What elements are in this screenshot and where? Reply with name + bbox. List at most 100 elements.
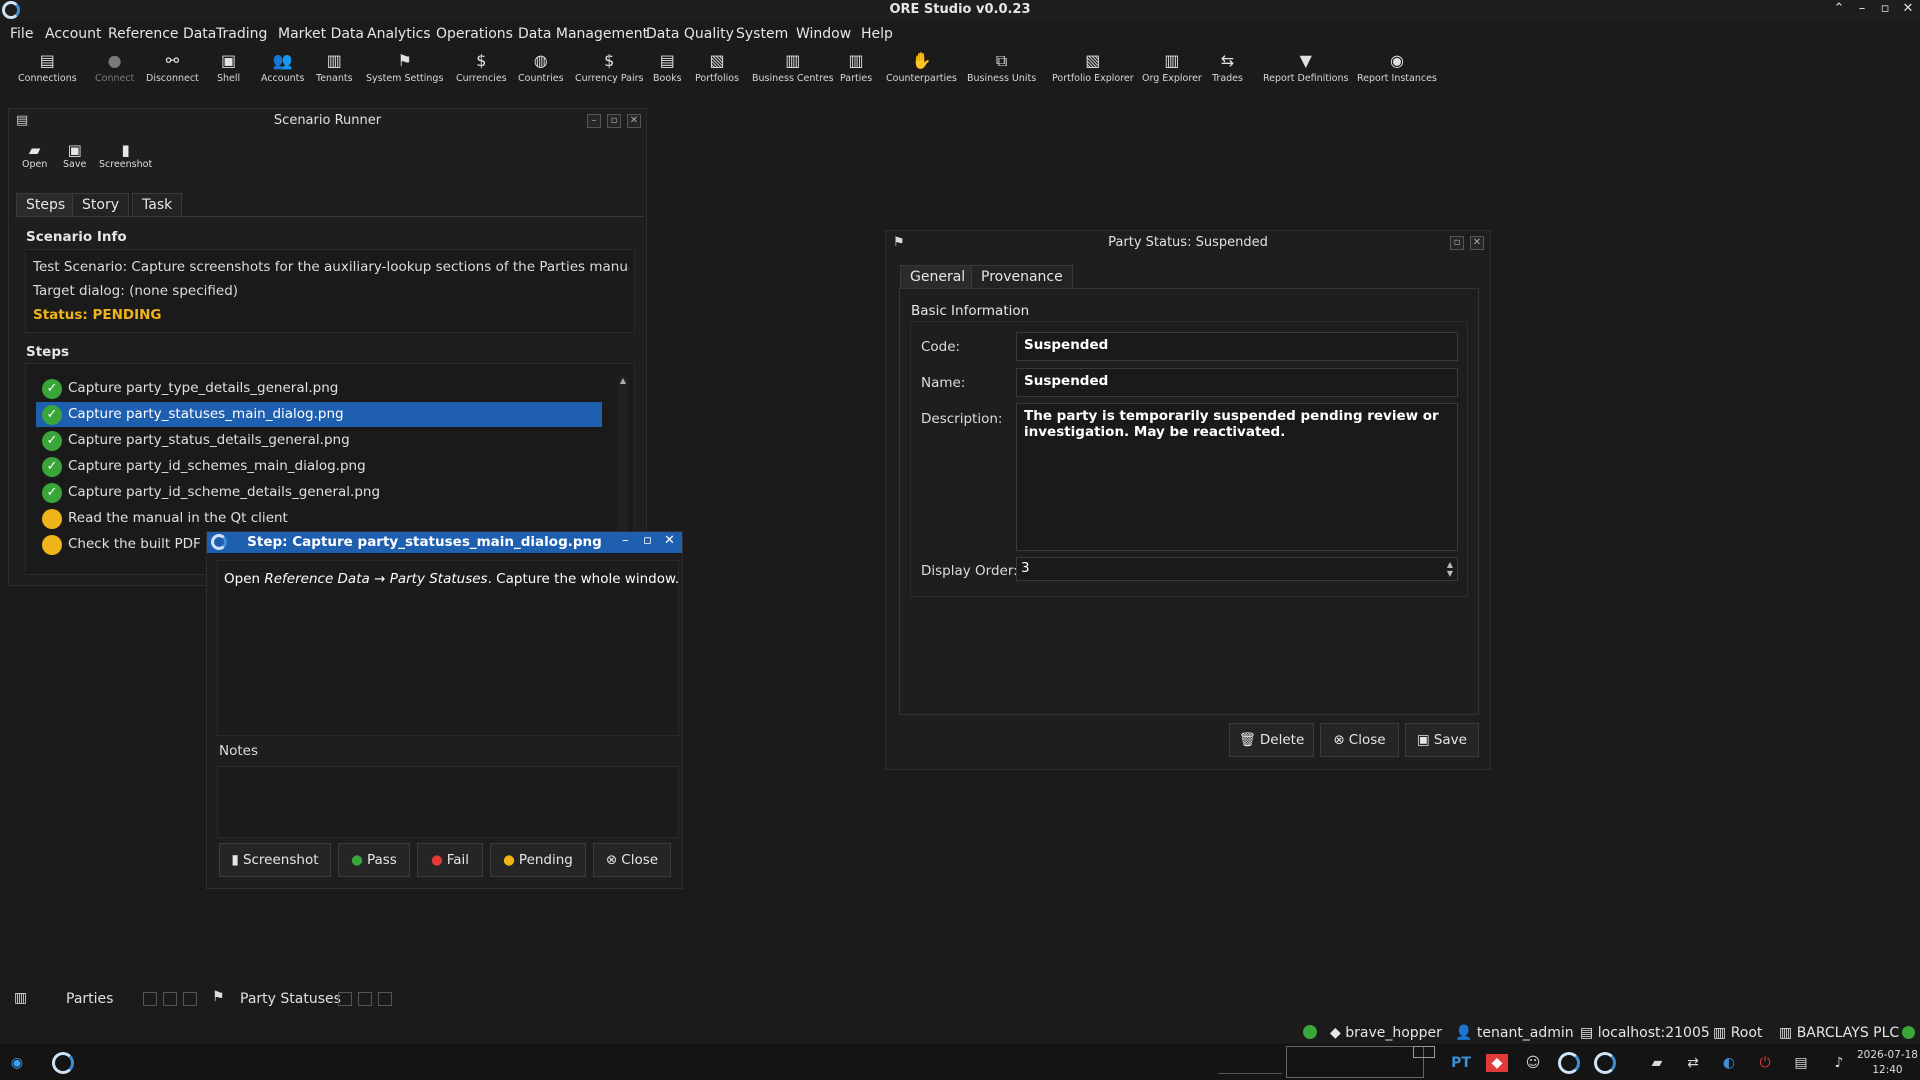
menu-operations[interactable]: Operations bbox=[436, 26, 513, 42]
toolbar-business-units-button[interactable]: ⧉ Business Units bbox=[967, 52, 1036, 85]
list-item[interactable]: Capture party_statuses_main_dialog.png bbox=[36, 402, 602, 427]
toolbar-shell-button[interactable]: ▣ Shell bbox=[217, 52, 240, 85]
toolbar-currencies-button[interactable]: $ Currencies bbox=[456, 52, 507, 85]
scenario-maximize-button[interactable]: ▫ bbox=[607, 114, 621, 128]
code-field[interactable]: Suspended bbox=[1016, 332, 1458, 361]
minimize-button[interactable]: – bbox=[1853, 1, 1871, 16]
scenario-close-button[interactable]: ✕ bbox=[627, 114, 641, 128]
menu-data-management[interactable]: Data Management bbox=[518, 26, 648, 42]
toolbar-currency-pairs-button[interactable]: $ Currency Pairs bbox=[575, 52, 643, 85]
list-item[interactable]: Capture party_status_details_general.png bbox=[36, 428, 602, 453]
toolbar-books-button[interactable]: ▤ Books bbox=[653, 52, 682, 85]
steps-scrollbar[interactable]: ▲ bbox=[618, 376, 628, 556]
delete-button[interactable]: 🗑 Delete bbox=[1229, 723, 1314, 757]
docked-statuses-restore-button[interactable] bbox=[338, 992, 352, 1006]
description-field[interactable]: The party is temporarily suspended pendi… bbox=[1016, 403, 1458, 551]
toolbar-disconnect-button[interactable]: ⚯ Disconnect bbox=[146, 52, 199, 85]
close-button[interactable]: ⊗ Close bbox=[1320, 723, 1399, 757]
step-minimize-button[interactable]: – bbox=[622, 533, 629, 548]
step-close-dialog-button[interactable]: ⊗ Close bbox=[593, 843, 671, 877]
workspace-pager[interactable] bbox=[1286, 1046, 1424, 1078]
network-icon[interactable]: ⇄ bbox=[1684, 1054, 1702, 1072]
screenshot-button[interactable]: ▮ Screenshot bbox=[99, 141, 152, 170]
lock-icon[interactable]: ▰ bbox=[1648, 1054, 1666, 1072]
toolbar-counterparties-button[interactable]: ✋ Counterparties bbox=[886, 52, 957, 85]
toolbar-report-instances-button[interactable]: ◉ Report Instances bbox=[1357, 52, 1437, 85]
save-button[interactable]: ▣ Save bbox=[1405, 723, 1479, 757]
scenario-runner-title: Scenario Runner bbox=[273, 113, 382, 128]
docked-parties-maximize-button[interactable] bbox=[163, 992, 177, 1006]
open-button[interactable]: ▰ Open bbox=[22, 141, 47, 170]
menu-window[interactable]: Window bbox=[796, 26, 851, 42]
menu-data-quality[interactable]: Data Quality bbox=[646, 26, 734, 42]
toolbar-business-centres-button[interactable]: ▥ Business Centres bbox=[752, 52, 834, 85]
display-order-spinbox[interactable]: 3 ▲ ▼ bbox=[1016, 557, 1458, 581]
spin-arrows-icon[interactable]: ▲ ▼ bbox=[1447, 560, 1453, 578]
notes-field[interactable] bbox=[217, 766, 679, 838]
toolbar-system-settings-button[interactable]: ⚑ System Settings bbox=[366, 52, 443, 85]
menu-analytics[interactable]: Analytics bbox=[367, 26, 431, 42]
volume-icon[interactable]: ♪ bbox=[1830, 1054, 1848, 1072]
workspace-active[interactable] bbox=[1413, 1046, 1435, 1058]
toolbar-parties-button[interactable]: ▥ Parties bbox=[840, 52, 872, 85]
docked-party-statuses[interactable]: Party Statuses bbox=[240, 991, 341, 1007]
clock[interactable]: 2026-07-18 12:40 bbox=[1857, 1048, 1918, 1078]
step-screenshot-button[interactable]: ▮ Screenshot bbox=[219, 843, 331, 877]
tab-story[interactable]: Story bbox=[72, 193, 129, 217]
menu-account[interactable]: Account bbox=[45, 26, 102, 42]
clipboard-icon[interactable]: ▤ bbox=[1792, 1054, 1810, 1072]
tab-steps[interactable]: Steps bbox=[16, 193, 76, 217]
tab-task[interactable]: Task bbox=[132, 193, 183, 217]
toolbar-tenants-button[interactable]: ▥ Tenants bbox=[316, 52, 353, 85]
menu-file[interactable]: File bbox=[10, 26, 33, 42]
toolbar-accounts-button[interactable]: 👥 Accounts bbox=[261, 52, 304, 85]
toolbar-connect-button[interactable]: ● Connect bbox=[95, 52, 134, 85]
pending-button[interactable]: ● Pending bbox=[490, 843, 586, 877]
ore-studio-tray-icon-2[interactable] bbox=[1594, 1052, 1616, 1074]
close-button[interactable]: ✕ bbox=[1899, 1, 1917, 16]
toolbar-report-definitions-button[interactable]: ▼ Report Definitions bbox=[1263, 52, 1348, 85]
ore-studio-tray-icon[interactable] bbox=[1558, 1052, 1580, 1074]
party-status-restore-button[interactable]: ▫ bbox=[1450, 236, 1464, 250]
toolbar-portfolios-button[interactable]: ▧ Portfolios bbox=[695, 52, 739, 85]
toolbar-connections-button[interactable]: ▤ Connections bbox=[18, 52, 77, 85]
tab-provenance[interactable]: Provenance bbox=[971, 265, 1073, 289]
maximize-button[interactable]: ▫ bbox=[1876, 1, 1894, 16]
docked-statuses-maximize-button[interactable] bbox=[358, 992, 372, 1006]
git-icon[interactable]: ◆ bbox=[1486, 1054, 1508, 1072]
chevron-up-icon[interactable]: ⌃ bbox=[1830, 1, 1848, 16]
ore-studio-task-icon[interactable] bbox=[52, 1052, 74, 1074]
save-button[interactable]: ▣ Save bbox=[63, 141, 86, 170]
start-menu-icon[interactable]: ◉ bbox=[8, 1054, 26, 1072]
list-item[interactable]: Capture party_id_scheme_details_general.… bbox=[36, 480, 602, 505]
toolbar-countries-button[interactable]: ◍ Countries bbox=[518, 52, 564, 85]
step-maximize-button[interactable]: ▫ bbox=[643, 533, 652, 548]
step-close-button[interactable]: ✕ bbox=[664, 533, 675, 548]
fail-button[interactable]: ● Fail bbox=[417, 843, 483, 877]
menu-system[interactable]: System bbox=[736, 26, 788, 42]
menu-trading[interactable]: Trading bbox=[216, 26, 267, 42]
keyboard-layout[interactable]: PT bbox=[1450, 1054, 1472, 1072]
scroll-up-icon[interactable]: ▲ bbox=[619, 376, 627, 386]
name-field[interactable]: Suspended bbox=[1016, 368, 1458, 397]
menu-reference-data[interactable]: Reference Data bbox=[108, 26, 216, 42]
docked-statuses-close-button[interactable] bbox=[378, 992, 392, 1006]
discord-icon[interactable]: ☺ bbox=[1522, 1054, 1544, 1072]
list-item[interactable]: Read the manual in the Qt client bbox=[36, 506, 602, 531]
list-item[interactable]: Capture party_type_details_general.png bbox=[36, 376, 602, 401]
docked-parties[interactable]: Parties bbox=[66, 991, 113, 1007]
menu-help[interactable]: Help bbox=[861, 26, 893, 42]
list-item[interactable]: Capture party_id_schemes_main_dialog.png bbox=[36, 454, 602, 479]
steam-icon[interactable]: ◐ bbox=[1720, 1054, 1738, 1072]
party-status-close-button[interactable]: ✕ bbox=[1470, 236, 1484, 250]
pass-button[interactable]: ● Pass bbox=[338, 843, 410, 877]
tab-general[interactable]: General bbox=[900, 265, 976, 289]
toolbar-trades-button[interactable]: ⇆ Trades bbox=[1212, 52, 1243, 85]
menu-market-data[interactable]: Market Data bbox=[278, 26, 364, 42]
docked-parties-restore-button[interactable] bbox=[143, 992, 157, 1006]
power-icon[interactable]: ⏻ bbox=[1756, 1054, 1774, 1072]
toolbar-org-explorer-button[interactable]: ▥ Org Explorer bbox=[1142, 52, 1202, 85]
docked-parties-close-button[interactable] bbox=[183, 992, 197, 1006]
scenario-minimize-button[interactable]: – bbox=[587, 114, 601, 128]
toolbar-portfolio-explorer-button[interactable]: ▧ Portfolio Explorer bbox=[1052, 52, 1134, 85]
